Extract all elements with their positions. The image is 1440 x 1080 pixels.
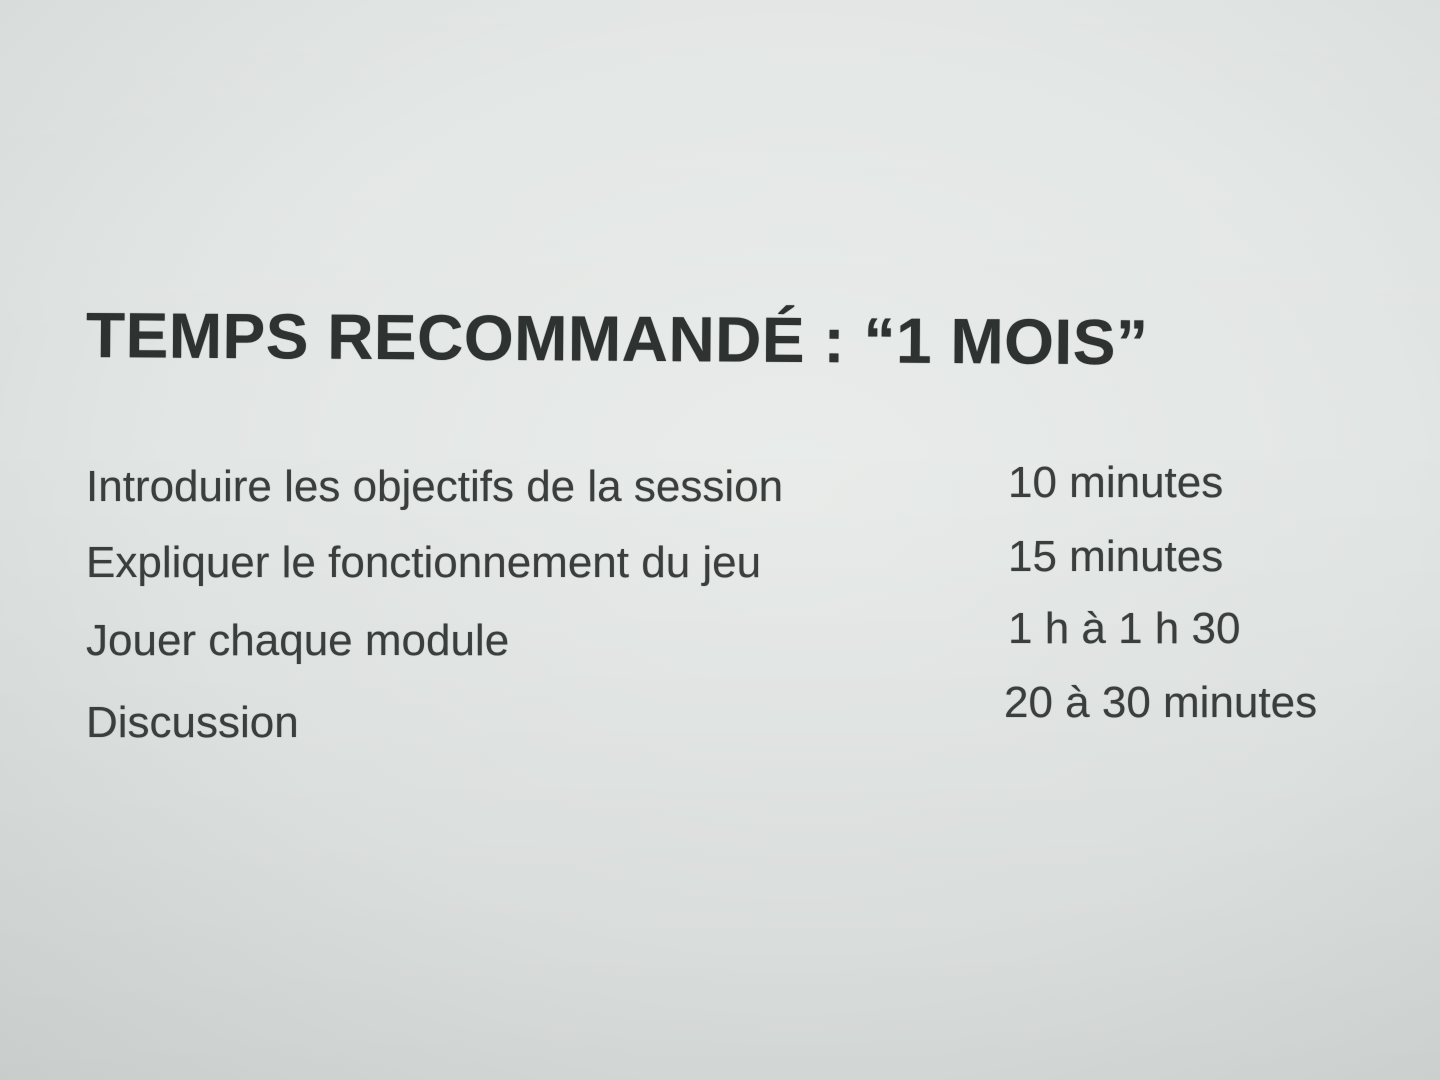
schedule-activity: Discussion <box>86 698 299 747</box>
schedule-activity: Introduire les objectifs de la session <box>86 462 784 511</box>
schedule-activity: Jouer chaque module <box>86 616 510 665</box>
schedule-duration: 1 h à 1 h 30 <box>1008 604 1241 653</box>
page-title: TEMPS RECOMMANDÉ : “1 MOIS” <box>85 299 1149 379</box>
document-page: { "document": { "heading": "TEMPS RECOMM… <box>0 0 1440 1080</box>
schedule-activity: Expliquer le fonctionnement du jeu <box>86 538 762 587</box>
schedule-duration: 20 à 30 minutes <box>1004 678 1318 727</box>
schedule-duration: 10 minutes <box>1008 458 1224 507</box>
schedule-duration: 15 minutes <box>1008 532 1224 581</box>
